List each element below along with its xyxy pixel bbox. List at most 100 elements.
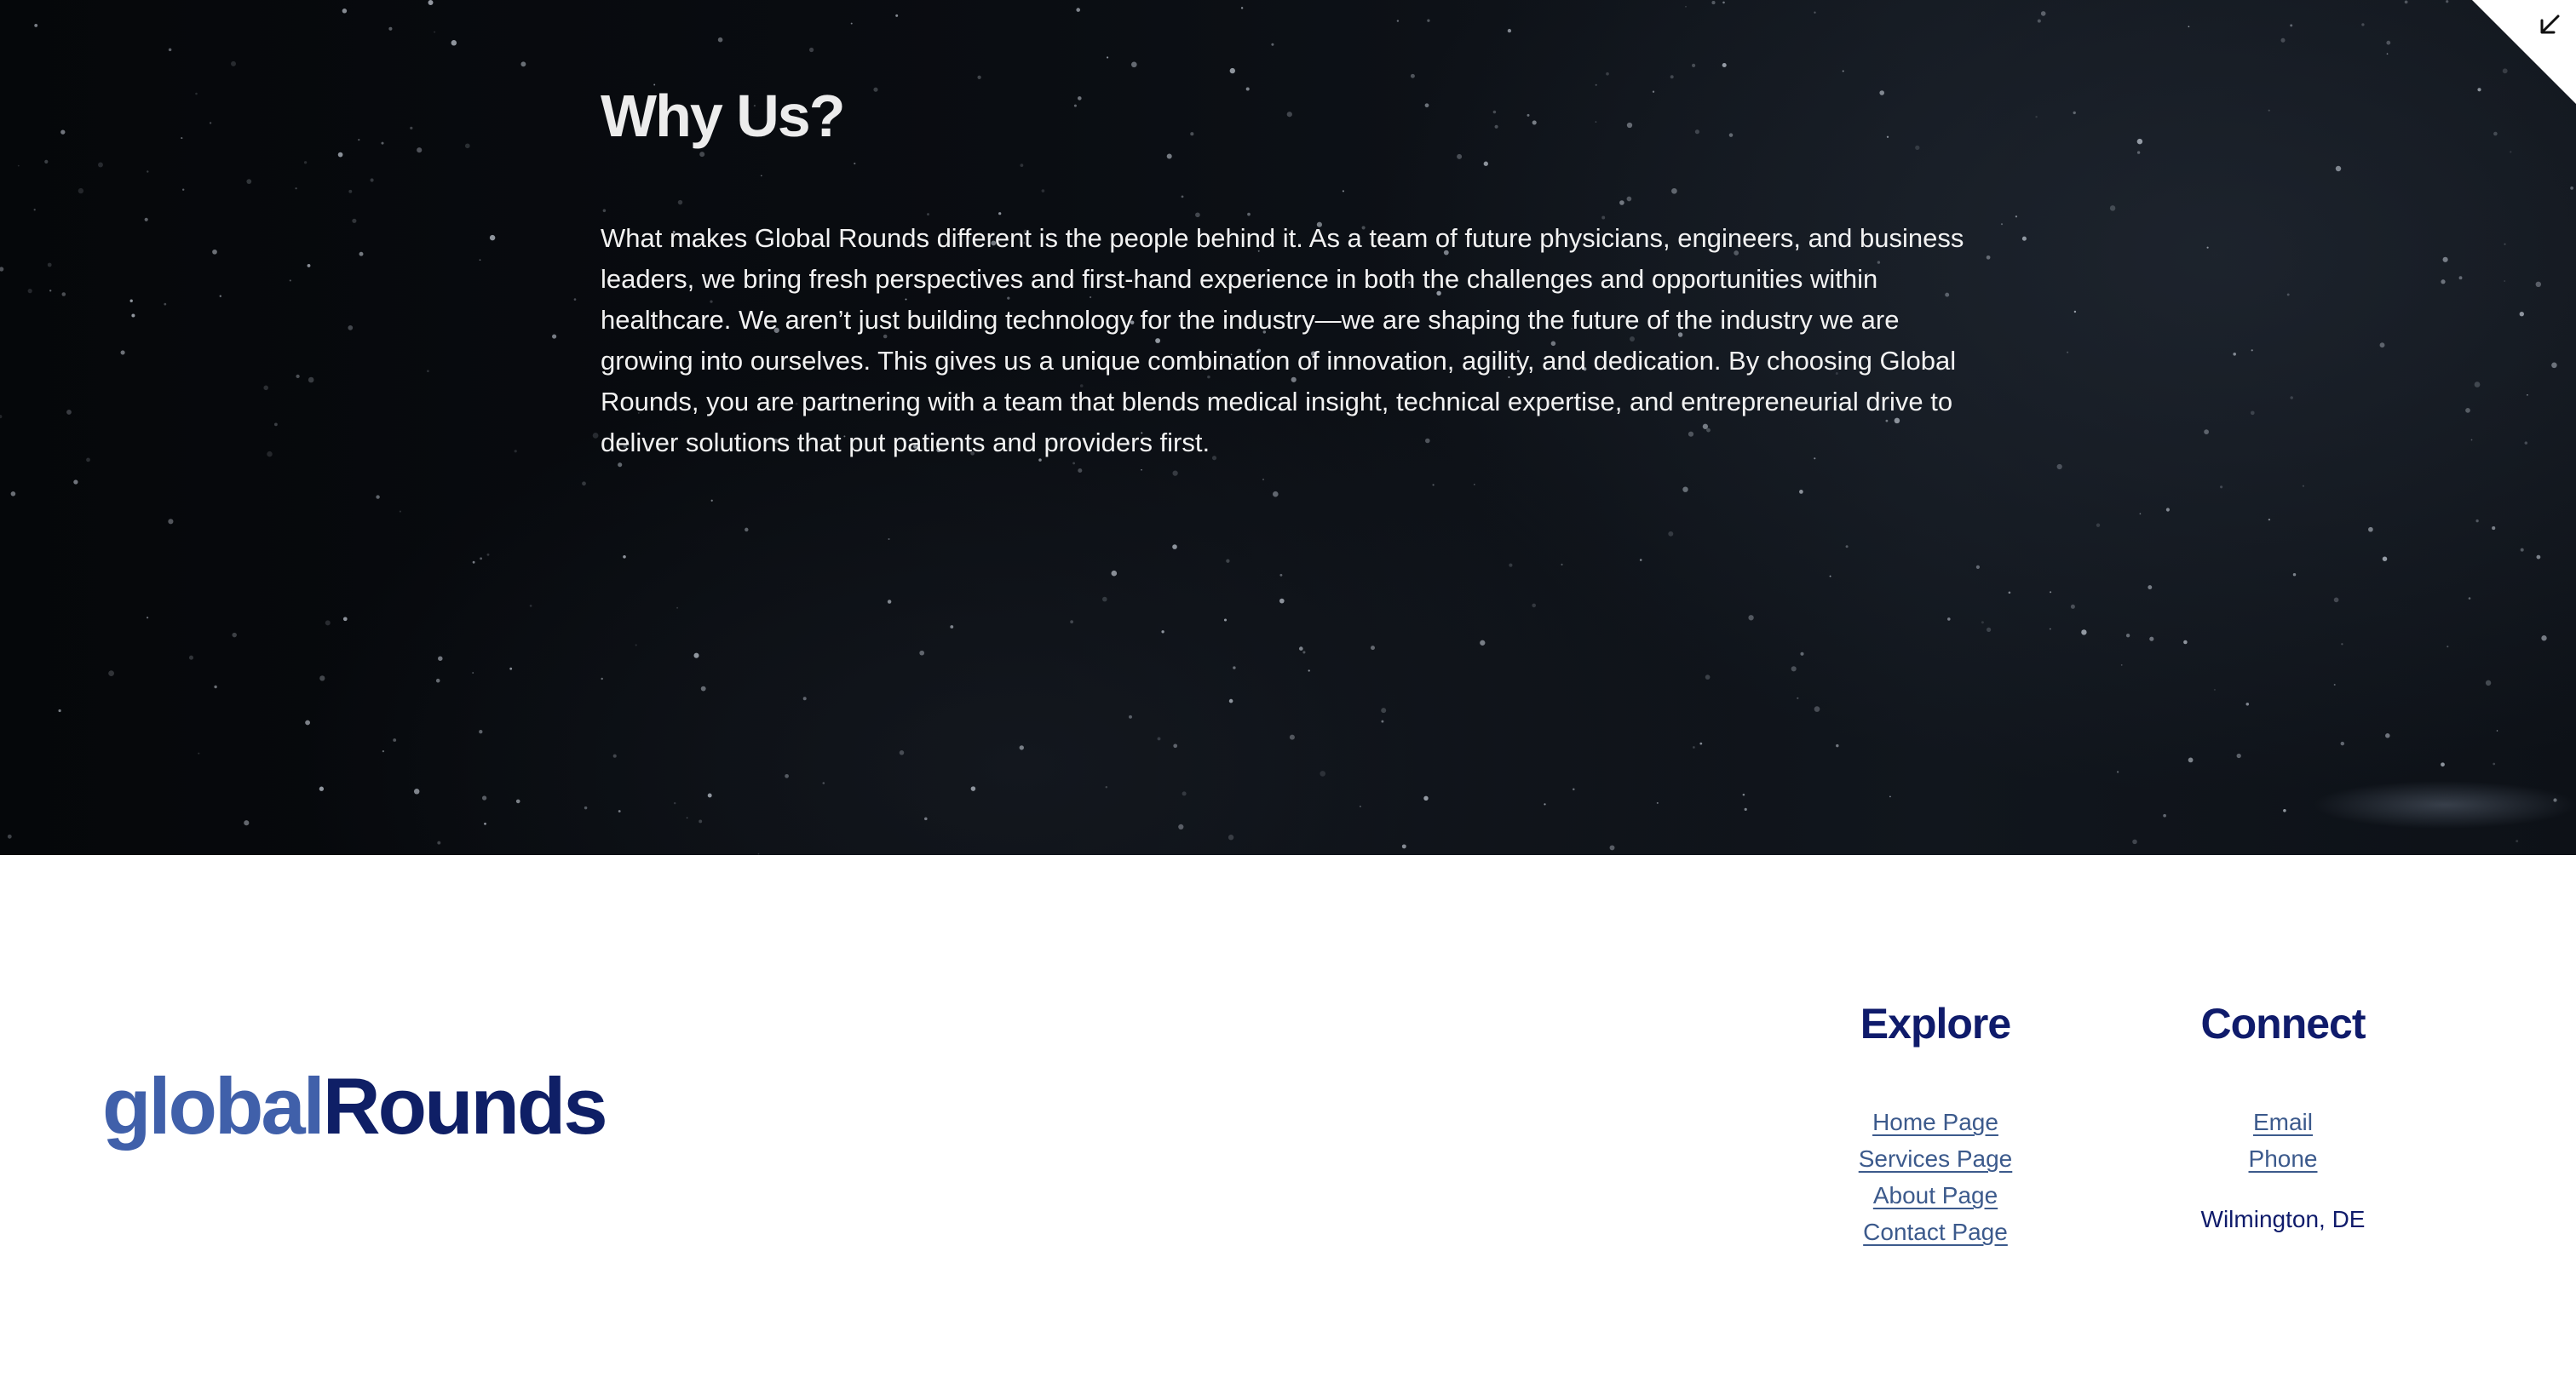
star-dot (899, 750, 905, 755)
star-dot (168, 519, 174, 525)
star-dot (998, 212, 1002, 215)
star-dot (2250, 410, 2255, 416)
star-dot (1699, 742, 1703, 745)
star-dot (1359, 805, 1361, 807)
star-dot (381, 141, 384, 145)
contact-page-link[interactable]: Contact Page (1799, 1214, 2072, 1250)
star-dot (2000, 223, 2004, 226)
logo-part-global: global (102, 1061, 325, 1151)
star-dot (2139, 513, 2142, 515)
star-dot (552, 334, 557, 339)
star-dot (2283, 809, 2286, 812)
star-dot (1302, 651, 1306, 654)
star-dot (263, 385, 268, 391)
star-dot (1279, 573, 1283, 577)
star-dot (27, 288, 32, 294)
global-rounds-logo[interactable]: globalRounds (102, 1066, 608, 1146)
star-dot (1595, 83, 1597, 86)
star-dot (2040, 11, 2046, 16)
star-dot (1619, 200, 1624, 205)
star-dot (1228, 835, 1234, 841)
star-dot (1544, 803, 1546, 806)
star-dot (1573, 788, 1575, 790)
star-dot (0, 415, 3, 419)
star-dot (438, 656, 443, 661)
about-page-link[interactable]: About Page (1799, 1177, 2072, 1214)
star-dot (2551, 362, 2557, 369)
star-dot (147, 170, 149, 173)
star-dot (2385, 733, 2390, 738)
star-dot (2213, 688, 2216, 691)
star-dot (2286, 293, 2290, 296)
star-dot (785, 773, 789, 778)
star-dot (1685, 5, 1687, 8)
star-dot (887, 600, 892, 604)
star-dot (1427, 19, 1430, 22)
star-dot (1652, 90, 1655, 93)
star-dot (2541, 635, 2547, 641)
star-dot (1289, 734, 1295, 740)
star-dot (1682, 486, 1688, 492)
email-link[interactable]: Email (2147, 1104, 2419, 1140)
star-dot (1105, 786, 1108, 789)
star-dot (2183, 640, 2188, 645)
star-dot (1886, 135, 1889, 138)
services-page-link[interactable]: Services Page (1799, 1140, 2072, 1177)
star-dot (950, 625, 954, 629)
star-dot (2496, 730, 2498, 732)
star-dot (2132, 839, 2137, 845)
star-dot (1694, 129, 1699, 135)
star-dot (1879, 90, 1885, 95)
star-dot (592, 433, 599, 439)
star-dot (2465, 408, 2470, 413)
star-dot (44, 159, 49, 164)
star-dot (472, 560, 475, 564)
star-dot (2442, 256, 2448, 262)
star-dot (2493, 762, 2496, 766)
star-dot (2125, 634, 2130, 638)
star-dot (49, 290, 52, 292)
star-dot (428, 0, 434, 5)
star-dot (1172, 544, 1177, 549)
star-dot (2504, 243, 2506, 245)
star-dot (129, 299, 133, 302)
star-dot (1298, 646, 1303, 651)
star-dot (2148, 585, 2153, 590)
star-dot (2502, 68, 2508, 74)
star-dot (1483, 161, 1488, 166)
star-dot (2535, 281, 2542, 288)
star-dot (1195, 212, 1200, 218)
star-dot (1791, 666, 1797, 672)
star-dot (1240, 7, 1244, 9)
star-dot (676, 606, 679, 609)
star-dot (2446, 0, 2449, 3)
star-dot (1639, 559, 1642, 561)
star-dot (7, 834, 12, 839)
home-page-link[interactable]: Home Page (1799, 1104, 2072, 1140)
star-dot (1401, 844, 1406, 849)
star-dot (2136, 138, 2143, 145)
star-dot (1229, 67, 1235, 74)
star-dot (219, 295, 221, 297)
star-dot (1041, 189, 1045, 192)
star-dot (437, 841, 441, 845)
star-dot (181, 137, 183, 140)
star-dot (98, 162, 103, 168)
star-dot (358, 139, 360, 141)
star-dot (2441, 279, 2446, 284)
star-dot (2504, 280, 2506, 282)
star-dot (1595, 121, 1597, 123)
star-dot (1705, 675, 1711, 680)
star-dot (1606, 72, 1609, 76)
star-dot (1111, 570, 1118, 577)
star-dot (144, 217, 148, 221)
star-dot (700, 686, 706, 692)
star-dot (1078, 468, 1083, 474)
star-dot (2050, 591, 2052, 594)
star-dot (2136, 151, 2141, 154)
phone-link[interactable]: Phone (2147, 1140, 2419, 1177)
star-dot (10, 491, 16, 497)
star-dot (2382, 556, 2388, 561)
star-dot (73, 479, 78, 485)
star-dot (673, 801, 676, 805)
